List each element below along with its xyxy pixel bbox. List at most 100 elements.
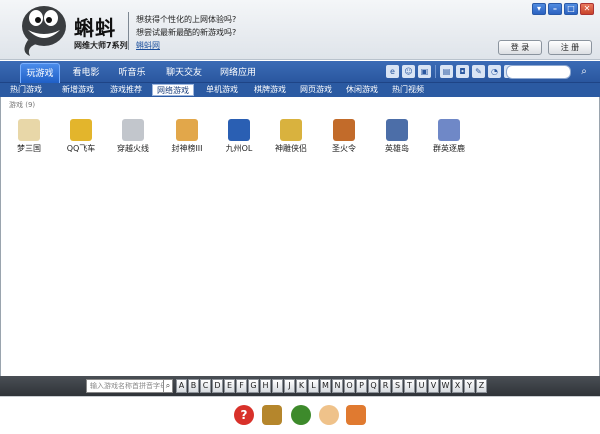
letter-button[interactable]: M (320, 379, 331, 393)
game-item[interactable]: 群英逐鹿 (429, 119, 469, 154)
site-link[interactable]: 蝌蚪网 (136, 41, 160, 50)
subtab-video[interactable]: 热门视频 (386, 84, 430, 96)
letter-button[interactable]: A (176, 379, 187, 393)
toolbar-separator (435, 65, 436, 78)
game-item[interactable]: 圣火令 (324, 119, 364, 154)
main-tabs-bar: 玩游戏 看电影 听音乐 聊天交友 网络应用 e ☺ ▣ ▤ ◘ ✎ ◔ ▭ ⌕ (0, 61, 600, 83)
login-button[interactable]: 登 录 (498, 40, 542, 55)
search-input[interactable] (506, 65, 571, 79)
brand-subtitle: 网维大师7系列 (74, 41, 128, 50)
letter-button[interactable]: P (356, 379, 367, 393)
letter-button[interactable]: L (308, 379, 319, 393)
lock-icon[interactable]: ▣ (418, 65, 431, 78)
letter-button[interactable]: G (248, 379, 259, 393)
letter-button[interactable]: H (260, 379, 271, 393)
game-icon (18, 119, 40, 141)
letter-button[interactable]: C (200, 379, 211, 393)
game-item[interactable]: QQ飞车 (61, 119, 101, 154)
game-item[interactable]: 封神榜III (167, 119, 207, 154)
letter-buttons: A B C D E F G H I J K L M N O P Q R S T … (176, 379, 487, 393)
game-icon (333, 119, 355, 141)
subtab-single[interactable]: 单机游戏 (200, 84, 244, 96)
character-icon[interactable] (319, 405, 339, 425)
letter-button[interactable]: I (272, 379, 283, 393)
game-icon (386, 119, 408, 141)
menu-button[interactable]: ▾ (532, 3, 546, 15)
game-name: 梦三国 (17, 144, 41, 153)
subtab-web[interactable]: 网页游戏 (294, 84, 338, 96)
register-button[interactable]: 注 册 (548, 40, 592, 55)
game-icon (176, 119, 198, 141)
game-name: 封神榜III (171, 144, 203, 153)
brand-title: 蝌蚪 (74, 16, 116, 40)
close-button[interactable]: ✕ (580, 3, 594, 15)
letter-button[interactable]: W (440, 379, 451, 393)
subtab-recommend[interactable]: 游戏推荐 (104, 84, 148, 96)
letter-button[interactable]: O (344, 379, 355, 393)
toolbar-icons: e ☺ ▣ ▤ ◘ ✎ ◔ ▭ (386, 65, 517, 78)
game-name: 穿越火线 (117, 144, 149, 153)
games-panel: 游戏 (9) 梦三国 QQ飞车 穿越火线 封神榜III 九州OL 神雕侠侣 圣火… (0, 97, 600, 376)
tab-games[interactable]: 玩游戏 (20, 63, 60, 83)
chat-icon[interactable]: ◔ (488, 65, 501, 78)
auth-buttons: 登 录 注 册 (498, 40, 592, 55)
game-icon (280, 119, 302, 141)
search-icon[interactable]: ⌕ (163, 379, 173, 393)
subtab-casual[interactable]: 休闲游戏 (340, 84, 384, 96)
letter-button[interactable]: T (404, 379, 415, 393)
camera-icon[interactable]: ◘ (456, 65, 469, 78)
letter-button[interactable]: Z (476, 379, 487, 393)
letter-button[interactable]: R (380, 379, 391, 393)
letter-button[interactable]: F (236, 379, 247, 393)
film-icon[interactable]: ▤ (440, 65, 453, 78)
window-controls: ▾ – □ ✕ (532, 3, 594, 15)
ie-icon[interactable]: e (386, 65, 399, 78)
tiger-icon[interactable] (291, 405, 311, 425)
game-item[interactable]: 穿越火线 (113, 119, 153, 154)
letter-button[interactable]: S (392, 379, 403, 393)
letter-button[interactable]: V (428, 379, 439, 393)
letter-button[interactable]: B (188, 379, 199, 393)
tab-movies[interactable]: 看电影 (66, 63, 106, 83)
maximize-button[interactable]: □ (564, 3, 578, 15)
letter-button[interactable]: K (296, 379, 307, 393)
game-item[interactable]: 九州OL (219, 119, 259, 154)
game-icon (122, 119, 144, 141)
alphabet-bar: 输入游戏名称首拼音字母 ⌕ A B C D E F G H I J K L M … (0, 376, 600, 396)
game-item[interactable]: 英雄岛 (377, 119, 417, 154)
subtab-new[interactable]: 新增游戏 (56, 84, 100, 96)
letter-button[interactable]: X (452, 379, 463, 393)
game-logo-icon[interactable] (262, 405, 282, 425)
minimize-button[interactable]: – (548, 3, 562, 15)
subtab-board[interactable]: 棋牌游戏 (248, 84, 292, 96)
pen-icon[interactable]: ✎ (472, 65, 485, 78)
section-label: 游戏 (9) (9, 101, 36, 109)
search-icon[interactable]: ⌕ (577, 65, 591, 79)
letter-button[interactable]: Q (368, 379, 379, 393)
alpha-search-input[interactable]: 输入游戏名称首拼音字母 (86, 379, 164, 393)
subtab-hot[interactable]: 热门游戏 (4, 84, 48, 96)
quick-launch-panel: ? (0, 396, 600, 434)
tab-music[interactable]: 听音乐 (112, 63, 152, 83)
tab-chat[interactable]: 聊天交友 (160, 63, 208, 83)
letter-button[interactable]: J (284, 379, 295, 393)
penguin-icon[interactable]: ☺ (402, 65, 415, 78)
game-name: 群英逐鹿 (433, 144, 465, 153)
game-item[interactable]: 梦三国 (9, 119, 49, 154)
game-icon (438, 119, 460, 141)
subtab-online[interactable]: 网络游戏 (152, 84, 194, 96)
game-item[interactable]: 神雕侠侣 (271, 119, 311, 154)
game-name: 神雕侠侣 (275, 144, 307, 153)
letter-button[interactable]: D (212, 379, 223, 393)
letter-button[interactable]: E (224, 379, 235, 393)
tab-apps[interactable]: 网络应用 (214, 63, 262, 83)
dragon-icon[interactable] (346, 405, 366, 425)
letter-button[interactable]: Y (464, 379, 475, 393)
letter-button[interactable]: U (416, 379, 427, 393)
help-icon[interactable]: ? (234, 405, 254, 425)
tadpole-logo-icon (22, 6, 66, 56)
news-line: 想获得个性化的上网体验吗? (136, 15, 237, 24)
letter-button[interactable]: N (332, 379, 343, 393)
game-name: 九州OL (225, 144, 253, 153)
game-icon (70, 119, 92, 141)
